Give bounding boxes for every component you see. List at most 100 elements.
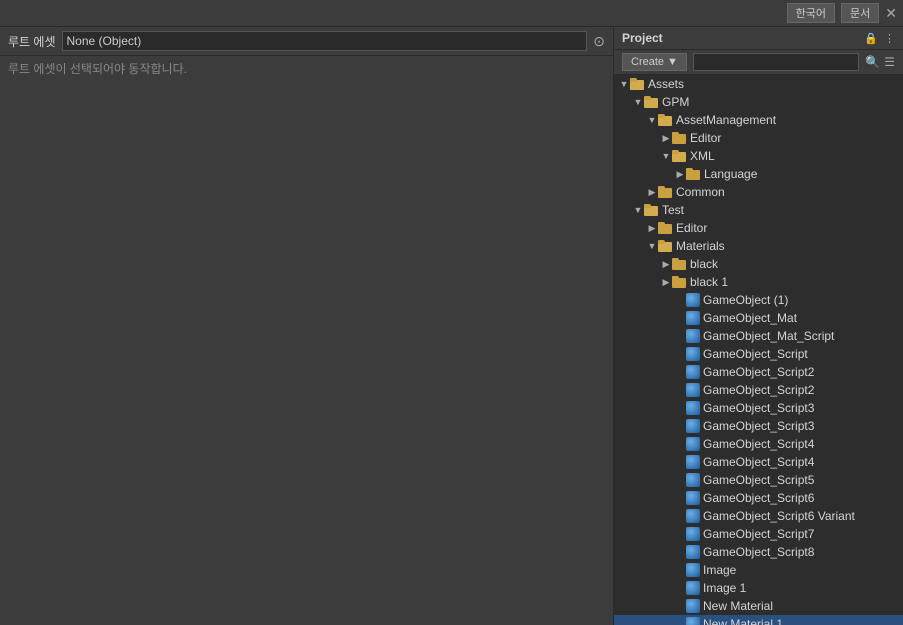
tree-item-editor2[interactable]: Editor	[614, 219, 903, 237]
tree-item-gameobject_mat[interactable]: GameObject_Mat	[614, 309, 903, 327]
item-label: GameObject_Mat	[703, 311, 797, 325]
tree-item-common[interactable]: Common	[614, 183, 903, 201]
item-label: New Material	[703, 599, 773, 613]
left-panel: 루트 에셋 ⊙ 루트 에셋이 선택되어야 동작합니다.	[0, 27, 614, 625]
tree-item-gameobject_script3b[interactable]: GameObject_Script3	[614, 417, 903, 435]
search-icon[interactable]: 🔍	[865, 55, 880, 69]
material-icon	[686, 599, 700, 613]
material-icon	[686, 329, 700, 343]
folder-icon	[658, 186, 674, 198]
tree-item-test[interactable]: Test	[614, 201, 903, 219]
tree-item-gameobject_script4a[interactable]: GameObject_Script4	[614, 435, 903, 453]
tree-item-gameobject_script7[interactable]: GameObject_Script7	[614, 525, 903, 543]
item-label: Editor	[690, 131, 721, 145]
tree-item-gameobject_script5[interactable]: GameObject_Script5	[614, 471, 903, 489]
tree-item-gameobject1[interactable]: GameObject (1)	[614, 291, 903, 309]
material-icon	[686, 473, 700, 487]
item-label: black 1	[690, 275, 728, 289]
project-toolbar: Create ▼ 🔍 ☰	[614, 50, 903, 75]
material-icon	[686, 491, 700, 505]
item-label: Test	[662, 203, 684, 217]
item-label: GameObject_Script4	[703, 455, 814, 469]
folder-icon	[644, 96, 660, 108]
target-icon[interactable]: ⊙	[593, 33, 605, 50]
material-icon	[686, 365, 700, 379]
material-icon	[686, 293, 700, 307]
tree-view[interactable]: Assets GPM AssetManagement Editor XML Languag…	[614, 75, 903, 625]
material-icon	[686, 347, 700, 361]
search-icons: 🔍 ☰	[865, 55, 895, 69]
tree-item-gameobject_script6_variant[interactable]: GameObject_Script6 Variant	[614, 507, 903, 525]
tree-item-gameobject_script3a[interactable]: GameObject_Script3	[614, 399, 903, 417]
item-label: Editor	[676, 221, 707, 235]
material-icon	[686, 437, 700, 451]
item-label: Common	[676, 185, 725, 199]
tree-item-gameobject_mat_script[interactable]: GameObject_Mat_Script	[614, 327, 903, 345]
tree-item-new_material[interactable]: New Material	[614, 597, 903, 615]
lang-button[interactable]: 한국어	[787, 3, 835, 23]
material-icon	[686, 617, 700, 625]
tree-item-new_material_1[interactable]: New Material 1	[614, 615, 903, 625]
main-content: 루트 에셋 ⊙ 루트 에셋이 선택되어야 동작합니다. Project 🔒 ⋮ …	[0, 27, 903, 625]
left-empty-area	[0, 81, 613, 625]
folder-icon	[658, 222, 674, 234]
folder-icon	[686, 168, 702, 180]
root-asset-input[interactable]	[62, 31, 588, 51]
material-icon	[686, 383, 700, 397]
chevron-down-icon: ▼	[667, 56, 678, 68]
tree-item-xml[interactable]: XML	[614, 147, 903, 165]
item-label: Language	[704, 167, 757, 181]
tree-item-assetmanagement[interactable]: AssetManagement	[614, 111, 903, 129]
material-icon	[686, 545, 700, 559]
item-label: black	[690, 257, 718, 271]
material-icon	[686, 509, 700, 523]
item-label: Assets	[648, 77, 684, 91]
material-icon	[686, 581, 700, 595]
material-icon	[686, 527, 700, 541]
item-label: GameObject_Script7	[703, 527, 814, 541]
tree-item-materials[interactable]: Materials	[614, 237, 903, 255]
item-label: GPM	[662, 95, 689, 109]
root-asset-row: 루트 에셋 ⊙	[0, 27, 613, 56]
tree-item-assets[interactable]: Assets	[614, 75, 903, 93]
search-input[interactable]	[693, 53, 859, 71]
options-icon[interactable]: ☰	[884, 55, 895, 69]
menu-button[interactable]: 문서	[841, 3, 879, 23]
more-icon[interactable]: ⋮	[884, 32, 895, 45]
material-icon	[686, 419, 700, 433]
material-icon	[686, 455, 700, 469]
item-label: GameObject_Script	[703, 347, 808, 361]
tree-item-black[interactable]: black	[614, 255, 903, 273]
item-label: AssetManagement	[676, 113, 776, 127]
tree-item-editor1[interactable]: Editor	[614, 129, 903, 147]
item-label: GameObject_Mat_Script	[703, 329, 834, 343]
item-label: GameObject_Script5	[703, 473, 814, 487]
item-label: GameObject_Script6	[703, 491, 814, 505]
material-icon	[686, 563, 700, 577]
folder-icon	[644, 204, 660, 216]
item-label: GameObject (1)	[703, 293, 788, 307]
create-button[interactable]: Create ▼	[622, 53, 687, 71]
tree-item-gameobject_script4b[interactable]: GameObject_Script4	[614, 453, 903, 471]
tree-item-gameobject_script2a[interactable]: GameObject_Script2	[614, 363, 903, 381]
tree-item-gameobject_script2b[interactable]: GameObject_Script2	[614, 381, 903, 399]
tree-item-image[interactable]: Image	[614, 561, 903, 579]
folder-icon	[672, 150, 688, 162]
item-label: GameObject_Script3	[703, 401, 814, 415]
item-label: GameObject_Script8	[703, 545, 814, 559]
folder-icon	[672, 132, 688, 144]
close-icon[interactable]: ✕	[885, 5, 897, 22]
folder-icon	[658, 114, 674, 126]
tree-item-gameobject_script[interactable]: GameObject_Script	[614, 345, 903, 363]
tree-item-image1[interactable]: Image 1	[614, 579, 903, 597]
tree-item-language[interactable]: Language	[614, 165, 903, 183]
lock-icon[interactable]: 🔒	[864, 32, 878, 45]
item-label: GameObject_Script3	[703, 419, 814, 433]
tree-item-gameobject_script8[interactable]: GameObject_Script8	[614, 543, 903, 561]
tree-item-black1[interactable]: black 1	[614, 273, 903, 291]
material-icon	[686, 311, 700, 325]
tree-item-gameobject_script6[interactable]: GameObject_Script6	[614, 489, 903, 507]
tree-item-gpm[interactable]: GPM	[614, 93, 903, 111]
folder-icon	[630, 78, 646, 90]
item-label: GameObject_Script4	[703, 437, 814, 451]
